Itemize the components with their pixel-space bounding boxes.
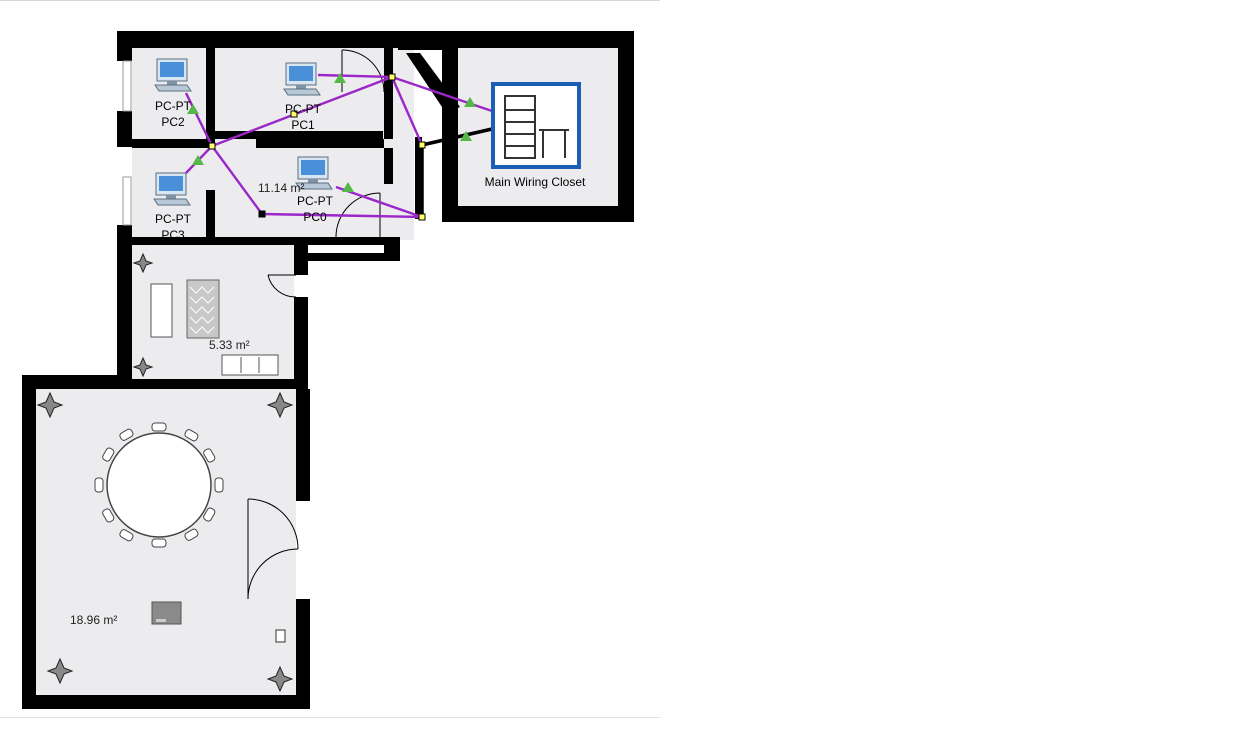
wall-outlet	[275, 629, 286, 643]
pc2-computer-icon[interactable]	[154, 57, 192, 93]
pc1-name-label: PC1	[291, 118, 315, 132]
pc2-name-label: PC2	[161, 115, 185, 129]
pc2-type-label: PC-PT	[155, 99, 191, 113]
physical-workspace-canvas[interactable]: PC-PT PC1 PC-PT PC2 PC-PT PC3 PC-PT PC0 …	[0, 0, 660, 718]
projector	[151, 601, 182, 625]
pc0-type-label: PC-PT	[297, 194, 333, 208]
pc3-type-label: PC-PT	[155, 212, 191, 226]
lounge-area-label: 5.33 m²	[209, 338, 250, 352]
pc3-name-label: PC3	[161, 228, 185, 242]
wiring-closet-icon[interactable]	[491, 82, 581, 169]
office-area-label: 11.14 m²	[258, 181, 305, 195]
conference-area-label: 18.96 m²	[70, 613, 118, 627]
pc0-name-label: PC0	[303, 210, 327, 224]
pc1-computer-icon[interactable]	[283, 61, 321, 97]
pc1-type-label: PC-PT	[285, 102, 321, 116]
closet-name-label: Main Wiring Closet	[484, 175, 586, 189]
pc3-computer-icon[interactable]	[153, 171, 191, 207]
